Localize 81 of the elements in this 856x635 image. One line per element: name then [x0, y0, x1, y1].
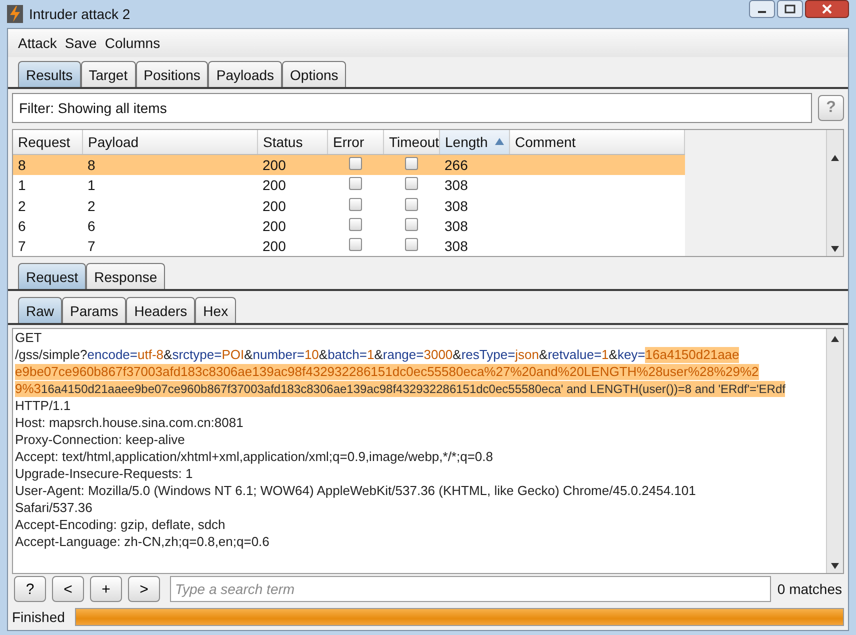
column-header[interactable]: Timeout: [384, 130, 440, 155]
tab[interactable]: Params: [62, 297, 126, 323]
checkbox[interactable]: [405, 238, 418, 251]
table-cell-text: 6: [86, 216, 96, 236]
table-cell: 266: [440, 154, 510, 176]
column-header[interactable]: Request: [13, 130, 82, 155]
table-cell-text: 200: [262, 196, 287, 216]
scrollbar[interactable]: [826, 130, 843, 256]
request-line: Accept-Encoding: gzip, deflate, sdch: [15, 517, 226, 534]
request-line: Upgrade-Insecure-Requests: 1: [15, 466, 194, 483]
column-header[interactable]: Length: [440, 130, 510, 155]
tab[interactable]: Request: [18, 263, 86, 289]
tab[interactable]: Hex: [195, 297, 236, 323]
request-line: Accept: text/html,application/xhtml+xml,application/xml;q=0.9,image/webp,*/*;q=0.8: [15, 449, 494, 466]
add-button[interactable]: +: [90, 576, 122, 602]
table-cell-text: 7: [86, 236, 96, 256]
table-cell-text: 200: [262, 176, 287, 196]
table-cell-text: 200: [262, 236, 287, 256]
tab[interactable]: Response: [86, 263, 166, 289]
checkbox[interactable]: [349, 218, 362, 231]
table-cell-text: 200: [262, 216, 287, 236]
request-line: Accept-Language: zh-CN,zh;q=0.8,en;q=0.6: [15, 534, 270, 551]
table-cell-text: 308: [444, 216, 469, 236]
checkbox[interactable]: [349, 157, 362, 170]
menu-item[interactable]: Columns: [104, 35, 160, 51]
table-cell: 8: [82, 154, 258, 176]
checkbox[interactable]: [405, 177, 418, 190]
menu-item[interactable]: Save: [64, 35, 97, 51]
tab[interactable]: Payloads: [208, 61, 282, 87]
maximize-icon[interactable]: [777, 0, 803, 18]
scroll-up-icon[interactable]: [830, 154, 840, 162]
table-cell: 200: [258, 154, 328, 176]
table-cell-text: 1: [86, 176, 96, 196]
checkbox[interactable]: [405, 157, 418, 170]
request-line: GET: [15, 330, 43, 347]
tab[interactable]: Results: [18, 61, 81, 87]
request-line: Proxy-Connection: keep-alive: [15, 432, 186, 449]
checkbox[interactable]: [405, 218, 418, 231]
table-cell-text: 6: [17, 216, 27, 236]
tab[interactable]: Positions: [136, 61, 208, 87]
app-logo-icon: [7, 5, 23, 23]
tab[interactable]: Target: [80, 61, 136, 87]
request-line: Safari/537.36: [15, 500, 94, 517]
checkbox[interactable]: [349, 177, 362, 190]
tab[interactable]: Headers: [126, 297, 196, 323]
tab[interactable]: Options: [282, 61, 346, 87]
column-header[interactable]: Payload: [82, 130, 258, 155]
menu-item[interactable]: Attack: [18, 35, 57, 51]
match-count: 0 matches: [777, 581, 842, 597]
table-cell-text: 308: [444, 176, 469, 196]
table-cell-text: 2: [17, 196, 27, 216]
checkbox[interactable]: [349, 198, 362, 211]
previous-button[interactable]: <: [52, 576, 84, 602]
column-header[interactable]: Status: [258, 130, 328, 155]
window-title: Intruder attack 2: [29, 6, 130, 22]
table-cell-text: 7: [17, 236, 27, 256]
checkbox[interactable]: [405, 198, 418, 211]
scroll-down-icon[interactable]: [830, 562, 840, 570]
request-line: HTTP/1.1: [15, 398, 72, 415]
next-button[interactable]: >: [128, 576, 160, 602]
minimize-icon[interactable]: [749, 0, 775, 18]
table-cell-text: 2: [86, 196, 96, 216]
request-line: User-Agent: Mozilla/5.0 (Windows NT 6.1; WOW64) AppleWebKit/537.36 (KHTML, like Gecko) Chrome/45.0.2454.101: [15, 483, 697, 500]
column-header[interactable]: Comment: [510, 130, 684, 155]
table-cell-text: 308: [444, 196, 469, 216]
table-cell-text: 308: [444, 236, 469, 256]
filter-bar[interactable]: Filter: Showing all items: [12, 93, 812, 123]
table-cell: 8: [13, 154, 82, 176]
request-line: /gss/simple?encode=utf-8&srctype=POI&number=10&batch=1&range=3000&resType=json&retvalue=1&key=16a4150d21aae: [15, 347, 740, 364]
table-cell-text: 1: [17, 176, 27, 196]
status-text: Finished: [12, 609, 65, 625]
checkbox[interactable]: [349, 238, 362, 251]
close-icon[interactable]: [805, 0, 849, 18]
search-field[interactable]: Type a search term: [170, 576, 772, 602]
scroll-up-icon[interactable]: [830, 335, 840, 343]
help-button[interactable]: ?: [14, 576, 46, 602]
tab[interactable]: Raw: [18, 297, 62, 323]
scrollbar[interactable]: [826, 329, 843, 573]
column-header[interactable]: Error: [328, 130, 384, 155]
request-line: Host: mapsrch.house.sina.com.cn:8081: [15, 415, 244, 432]
scroll-down-icon[interactable]: [830, 245, 840, 253]
